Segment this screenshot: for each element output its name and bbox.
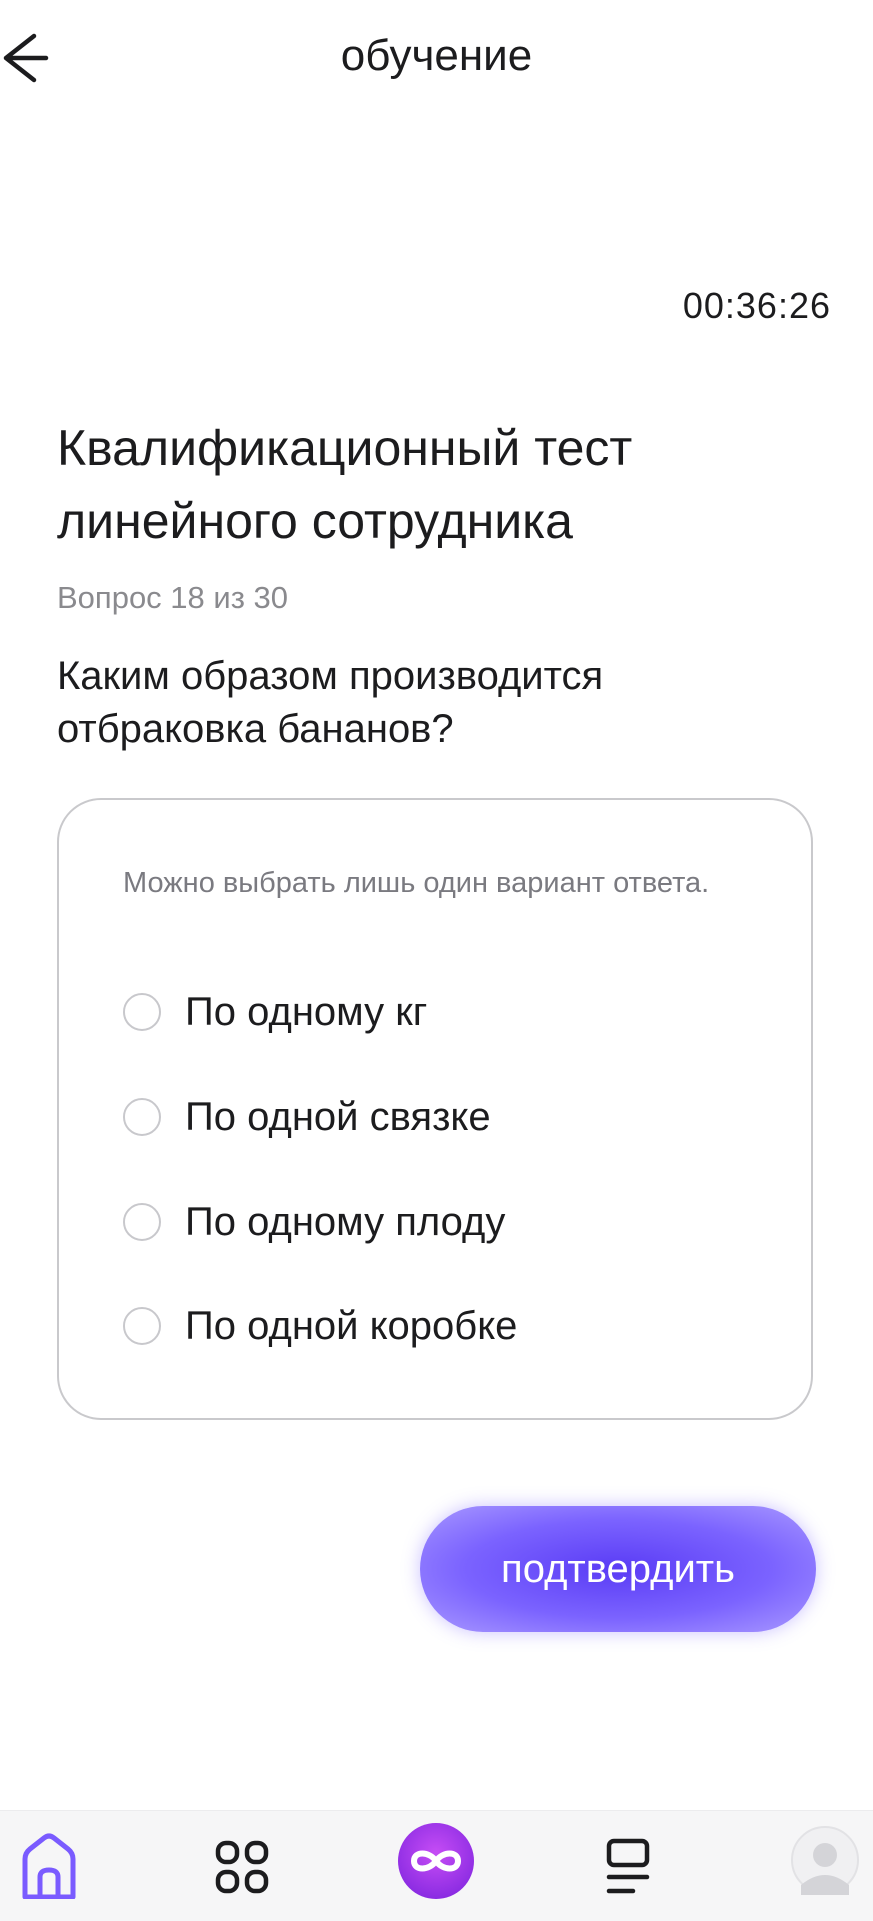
bottom-navigation (0, 1810, 873, 1921)
avatar-icon (791, 1826, 859, 1895)
answer-option-4[interactable]: По одной коробке (123, 1296, 743, 1356)
answers-card: Можно выбрать лишь один вариант ответа. … (57, 798, 813, 1420)
radio-button[interactable] (123, 993, 161, 1031)
single-choice-hint: Можно выбрать лишь один вариант ответа. (123, 867, 710, 899)
answer-option-label: По одной коробке (185, 1304, 518, 1348)
radio-button[interactable] (123, 1307, 161, 1345)
question-text: Каким образом производится отбраковка ба… (57, 654, 604, 751)
list-icon (606, 1838, 650, 1894)
test-title: Квалификационный тест линейного сотрудни… (57, 420, 633, 549)
radio-button[interactable] (123, 1098, 161, 1136)
answer-option-3[interactable]: По одному плоду (123, 1192, 743, 1252)
nav-home[interactable] (4, 1833, 94, 1921)
nav-center-button[interactable] (391, 1821, 481, 1909)
answer-option-label: По одному кг (185, 990, 428, 1034)
page-title: обучение (340, 31, 533, 80)
nav-list[interactable] (584, 1833, 674, 1921)
infinity-icon (398, 1823, 474, 1899)
countdown-timer: 00:36:26 (682, 285, 831, 326)
nav-apps[interactable] (197, 1833, 287, 1921)
radio-button[interactable] (123, 1203, 161, 1241)
answer-option-2[interactable]: По одной связке (123, 1087, 743, 1147)
apps-grid-icon (215, 1840, 269, 1894)
answer-option-label: По одной связке (185, 1095, 491, 1139)
header-bar: обучение (0, 0, 873, 112)
confirm-button[interactable]: подтвердить (420, 1506, 816, 1632)
answer-option-1[interactable]: По одному кг (123, 982, 743, 1042)
answer-option-label: По одному плоду (185, 1200, 506, 1244)
question-progress: Вопрос 18 из 30 (57, 580, 289, 615)
nav-profile[interactable] (780, 1825, 870, 1913)
home-icon (22, 1833, 76, 1899)
